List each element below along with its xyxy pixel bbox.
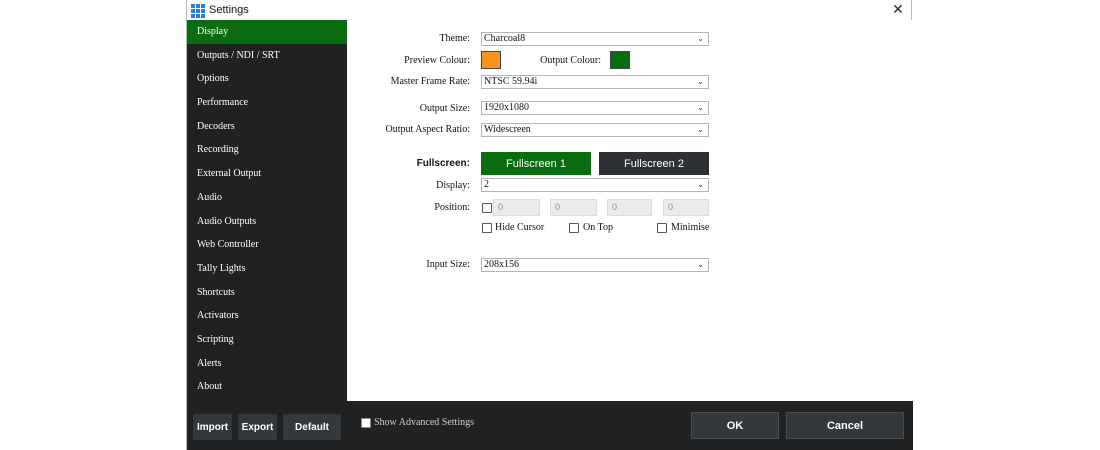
fullscreen-2-button[interactable]: Fullscreen 2 (599, 152, 709, 175)
display-label: Display: (436, 180, 470, 191)
settings-window: Settings ✕ Display Outputs / NDI / SRT Opt… (186, 0, 913, 450)
sidebar-item-audio-outputs[interactable]: Audio Outputs (187, 210, 347, 234)
output-aspect-ratio-select[interactable]: Widescreen ⌄ (481, 123, 709, 137)
app-icon-cell (191, 9, 195, 13)
display-settings-panel: Theme: Charcoal8 ⌄ Preview Colour: Outpu… (347, 20, 913, 401)
sidebar-item-decoders[interactable]: Decoders (187, 115, 347, 139)
master-frame-rate-select[interactable]: NTSC 59.94i ⌄ (481, 75, 709, 89)
output-size-value: 1920x1080 (484, 102, 529, 113)
input-size-value: 208x156 (484, 259, 519, 270)
app-icon-cell (201, 9, 205, 13)
sidebar-nav: Display Outputs / NDI / SRT Options Perform… (187, 20, 347, 399)
show-advanced-checkbox[interactable] (361, 418, 371, 428)
import-button[interactable]: Import (193, 414, 232, 440)
chevron-down-icon: ⌄ (697, 34, 704, 43)
sidebar-item-alerts[interactable]: Alerts (187, 352, 347, 376)
close-icon[interactable]: ✕ (889, 1, 907, 19)
sidebar-item-outputs-ndi-srt[interactable]: Outputs / NDI / SRT (187, 44, 347, 68)
window-title: Settings (209, 4, 249, 16)
fullscreen-label: Fullscreen: (416, 158, 470, 169)
app-icon-cell (191, 14, 195, 18)
footer-bar: Show Advanced Settings OK Cancel (347, 401, 913, 450)
master-frame-rate-label: Master Frame Rate: (390, 76, 470, 87)
sidebar: Display Outputs / NDI / SRT Options Perform… (187, 20, 347, 450)
chevron-down-icon: ⌄ (697, 125, 704, 134)
theme-label: Theme: (439, 33, 470, 44)
on-top-checkbox[interactable] (569, 223, 579, 233)
display-value: 2 (484, 179, 489, 190)
sidebar-item-shortcuts[interactable]: Shortcuts (187, 281, 347, 305)
chevron-down-icon: ⌄ (697, 77, 704, 86)
preview-colour-label: Preview Colour: (404, 55, 470, 66)
preview-colour-swatch[interactable] (481, 51, 501, 69)
sidebar-item-display[interactable]: Display (187, 20, 347, 44)
sidebar-item-activators[interactable]: Activators (187, 304, 347, 328)
chevron-down-icon: ⌄ (697, 260, 704, 269)
output-aspect-ratio-label: Output Aspect Ratio: (385, 124, 470, 135)
app-icon-cell (196, 14, 200, 18)
app-icon-cell (201, 4, 205, 8)
fullscreen-1-button[interactable]: Fullscreen 1 (481, 152, 591, 175)
app-icon (191, 4, 205, 18)
position-x-input[interactable]: 0 (493, 199, 540, 216)
default-button[interactable]: Default (283, 414, 341, 440)
app-icon-cell (191, 4, 195, 8)
theme-select[interactable]: Charcoal8 ⌄ (481, 32, 709, 46)
export-button[interactable]: Export (238, 414, 277, 440)
display-select[interactable]: 2 ⌄ (481, 178, 709, 192)
position-width-input[interactable]: 0 (607, 199, 652, 216)
theme-value: Charcoal8 (484, 33, 526, 44)
chevron-down-icon: ⌄ (697, 180, 704, 189)
hide-cursor-checkbox[interactable] (482, 223, 492, 233)
sidebar-item-audio[interactable]: Audio (187, 186, 347, 210)
sidebar-item-about[interactable]: About (187, 375, 347, 399)
minimise-label: Minimise (671, 222, 710, 233)
output-aspect-ratio-value: Widescreen (484, 124, 531, 135)
chevron-down-icon: ⌄ (697, 103, 704, 112)
master-frame-rate-value: NTSC 59.94i (484, 76, 538, 87)
position-y-input[interactable]: 0 (550, 199, 597, 216)
output-size-label: Output Size: (419, 103, 470, 114)
sidebar-item-options[interactable]: Options (187, 67, 347, 91)
sidebar-item-scripting[interactable]: Scripting (187, 328, 347, 352)
on-top-label: On Top (583, 222, 613, 233)
output-size-select[interactable]: 1920x1080 ⌄ (481, 101, 709, 115)
input-size-label: Input Size: (426, 259, 470, 270)
sidebar-item-tally-lights[interactable]: Tally Lights (187, 257, 347, 281)
minimise-checkbox[interactable] (657, 223, 667, 233)
position-height-input[interactable]: 0 (663, 199, 709, 216)
sidebar-item-external-output[interactable]: External Output (187, 162, 347, 186)
ok-button[interactable]: OK (691, 412, 779, 439)
app-icon-cell (196, 4, 200, 8)
sidebar-item-performance[interactable]: Performance (187, 91, 347, 115)
hide-cursor-label: Hide Cursor (495, 222, 545, 233)
output-colour-label: Output Colour: (540, 55, 601, 66)
position-checkbox[interactable] (482, 203, 492, 213)
sidebar-item-recording[interactable]: Recording (187, 138, 347, 162)
app-icon-cell (196, 9, 200, 13)
show-advanced-label: Show Advanced Settings (374, 417, 474, 428)
input-size-select[interactable]: 208x156 ⌄ (481, 258, 709, 272)
title-bar: Settings ✕ (187, 0, 911, 20)
position-label: Position: (434, 202, 470, 213)
cancel-button[interactable]: Cancel (786, 412, 904, 439)
app-icon-cell (201, 14, 205, 18)
sidebar-item-web-controller[interactable]: Web Controller (187, 233, 347, 257)
output-colour-swatch[interactable] (610, 51, 630, 69)
